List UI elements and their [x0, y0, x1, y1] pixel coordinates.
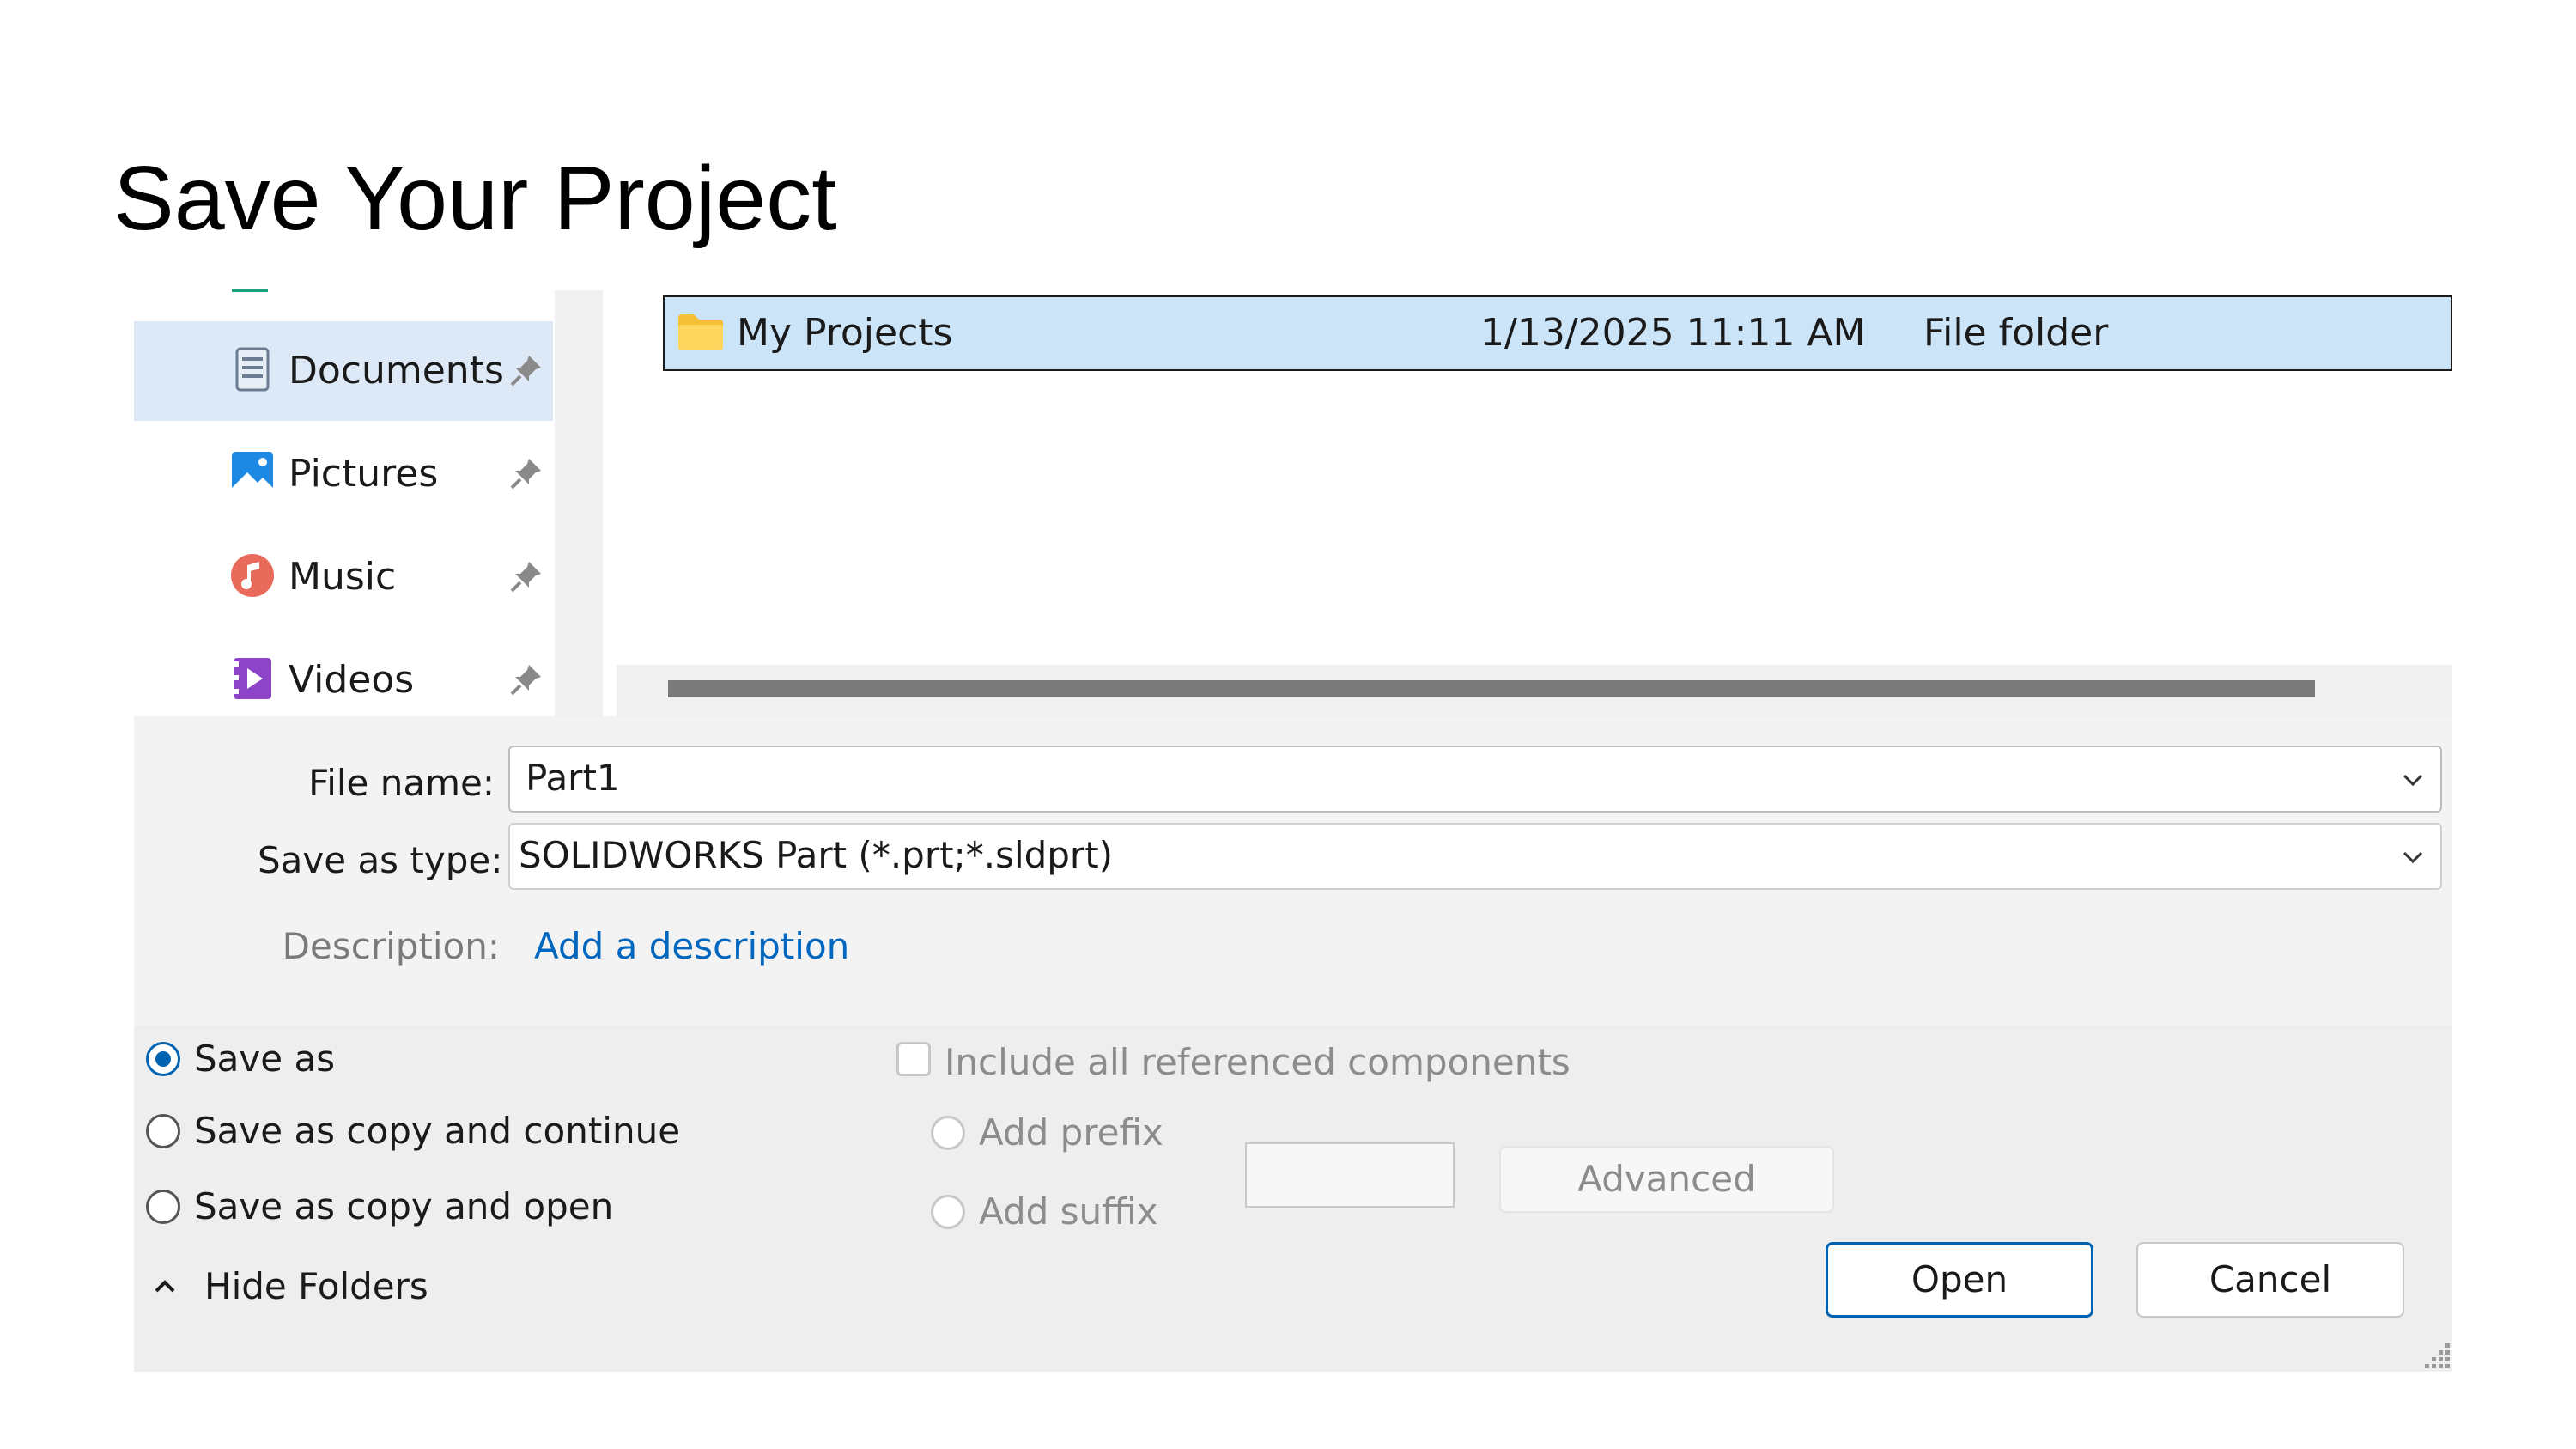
resize-grip-icon[interactable] — [2421, 1340, 2452, 1371]
pin-icon[interactable] — [507, 352, 544, 390]
include-refs-checkbox[interactable] — [896, 1042, 931, 1076]
add-suffix-radio[interactable] — [931, 1195, 965, 1229]
hide-folders-toggle[interactable]: Hide Folders — [146, 1263, 455, 1314]
pin-icon[interactable] — [507, 661, 544, 699]
nav-scroll-indicator — [232, 289, 268, 292]
save-type-select[interactable]: SOLIDWORKS Part (*.prt;*.sldprt) — [508, 823, 2442, 890]
page-title: Save Your Project — [113, 148, 837, 249]
chevron-up-icon — [155, 1280, 175, 1293]
advanced-button[interactable]: Advanced — [1499, 1146, 1834, 1213]
folder-icon — [678, 314, 723, 350]
include-refs-label: Include all referenced components — [945, 1041, 1571, 1083]
affix-input[interactable] — [1245, 1142, 1455, 1208]
add-suffix-label: Add suffix — [979, 1190, 1158, 1233]
sidebar-item-label: Documents — [289, 349, 504, 393]
add-description-link[interactable]: Add a description — [534, 919, 849, 974]
videos-icon — [234, 658, 271, 699]
chevron-down-icon[interactable] — [2397, 842, 2428, 873]
add-prefix-label: Add prefix — [979, 1111, 1163, 1154]
file-list-row[interactable]: My Projects 1/13/2025 11:11 AM File fold… — [663, 295, 2452, 371]
file-name-cell: My Projects — [737, 311, 953, 355]
save-copy-open-radio[interactable] — [146, 1190, 180, 1224]
save-copy-continue-label: Save as copy and continue — [194, 1110, 681, 1152]
sidebar-item-music[interactable]: Music — [134, 527, 553, 627]
sidebar-item-label: Videos — [289, 658, 415, 702]
add-prefix-radio[interactable] — [931, 1116, 965, 1150]
pin-icon[interactable] — [507, 455, 544, 493]
file-date-cell: 1/13/2025 11:11 AM — [1480, 311, 1866, 355]
file-name-field[interactable]: Part1 — [508, 746, 2442, 813]
nav-pane-scrollbar[interactable] — [555, 290, 603, 716]
description-label: Description: — [282, 925, 500, 967]
hide-folders-label: Hide Folders — [204, 1265, 428, 1307]
cancel-button[interactable]: Cancel — [2136, 1242, 2404, 1318]
save-as-label: Save as — [194, 1038, 336, 1080]
save-copy-continue-radio[interactable] — [146, 1114, 180, 1148]
save-as-radio[interactable] — [146, 1042, 180, 1076]
documents-icon — [235, 347, 270, 392]
sidebar-item-pictures[interactable]: Pictures — [134, 424, 553, 524]
save-copy-open-label: Save as copy and open — [194, 1185, 614, 1227]
sidebar-item-label: Pictures — [289, 452, 439, 496]
open-button[interactable]: Open — [1826, 1242, 2093, 1318]
file-type-cell: File folder — [1923, 311, 2109, 355]
sidebar-item-videos[interactable]: Videos — [134, 630, 553, 730]
chevron-down-icon[interactable] — [2397, 764, 2428, 795]
save-type-value: SOLIDWORKS Part (*.prt;*.sldprt) — [519, 834, 1114, 876]
file-name-label: File name: — [308, 762, 495, 804]
pictures-icon — [232, 452, 273, 493]
save-type-label: Save as type: — [258, 839, 503, 881]
horizontal-scrollbar-thumb[interactable] — [668, 680, 2315, 697]
sidebar-item-label: Music — [289, 555, 397, 599]
pin-icon[interactable] — [507, 558, 544, 596]
music-icon — [231, 554, 274, 597]
sidebar-item-documents[interactable]: Documents — [134, 321, 553, 421]
file-name-value: Part1 — [526, 757, 620, 799]
